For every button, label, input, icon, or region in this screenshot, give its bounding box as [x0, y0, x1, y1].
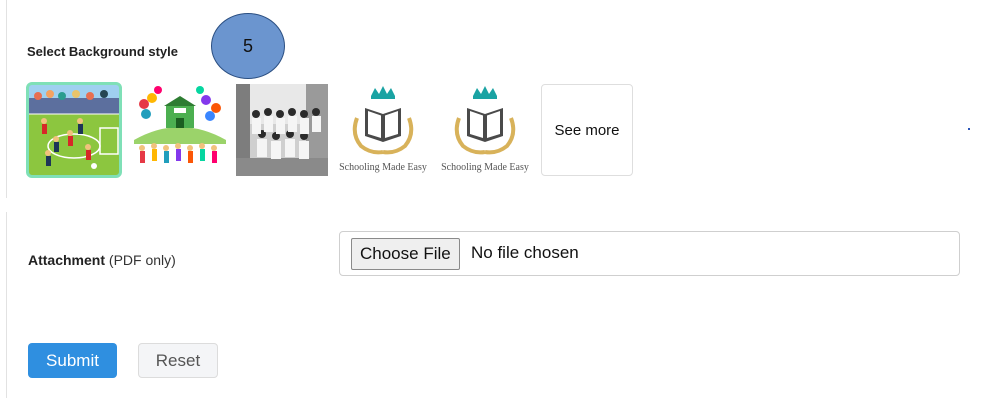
background-thumbnail-balloons[interactable] [134, 84, 226, 176]
logo-caption: Schooling Made Easy [441, 162, 529, 173]
background-style-label: Select Background style [27, 44, 178, 59]
no-file-text: No file chosen [471, 243, 579, 262]
sports-field-image [28, 84, 120, 176]
logo-caption: Schooling Made Easy [339, 162, 427, 173]
background-thumbnail-sports[interactable] [26, 82, 122, 178]
school-balloons-image [134, 84, 226, 176]
background-thumbnail-logo-2[interactable]: Schooling Made Easy [439, 84, 531, 176]
attachment-label-text: Attachment [28, 252, 106, 268]
submit-button[interactable]: Submit [28, 343, 117, 378]
background-thumbnail-logo-1[interactable]: Schooling Made Easy [337, 84, 429, 176]
left-divider-bottom [6, 212, 7, 398]
reset-button[interactable]: Reset [138, 343, 218, 378]
see-more-button[interactable]: See more [541, 84, 633, 176]
background-thumbnail-class-photo[interactable] [236, 84, 328, 176]
attachment-label: Attachment (PDF only) [28, 252, 176, 268]
attachment-hint: (PDF only) [108, 252, 176, 268]
class-photo-image [236, 84, 328, 176]
step-badge: 5 [211, 13, 285, 79]
choose-file-button[interactable]: Choose File [351, 238, 460, 270]
stray-dot [968, 128, 970, 130]
left-divider-top [6, 0, 7, 198]
file-input[interactable]: Choose File No file chosen [339, 231, 960, 276]
